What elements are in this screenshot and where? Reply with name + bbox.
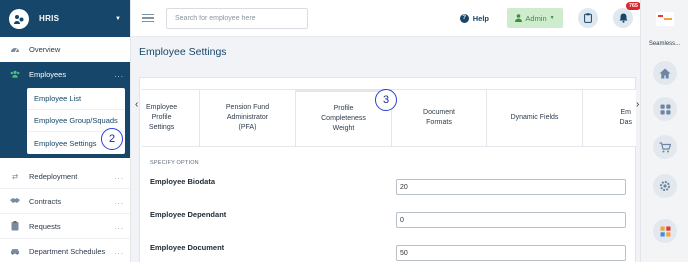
user-icon [515,14,523,22]
more-options-icon[interactable]: ... [114,70,124,79]
form-row-employee-biodata: Employee Biodata [150,177,630,197]
settings-gear-icon[interactable] [653,174,677,198]
question-icon: ? [459,13,469,23]
more-options-icon[interactable]: ... [114,172,124,181]
weight-form: SPECIFY OPTION Employee Biodata Employee… [150,160,630,261]
sidebar-item-label: Department Schedules [29,246,106,256]
transfer-icon: ⇄ [11,171,19,181]
help-label: Help [472,13,489,23]
field-label: Employee Biodata [150,177,216,186]
field-label: Employee Dependant [150,210,227,219]
page-title: Employee Settings [139,46,227,58]
sidebar-item-department-schedules[interactable]: Department Schedules ... [0,239,130,262]
brand-header[interactable]: HRIS ▼ [0,0,130,37]
shopping-cart-icon[interactable] [653,135,677,159]
tab-dynamic-fields[interactable]: Dynamic Fields [487,90,583,146]
submenu-employee-list[interactable]: Employee List [27,88,125,110]
tab-pension-fund-administrator[interactable]: Pension Fund Administrator (PFA) [200,90,296,146]
car-icon [10,246,20,256]
sidebar-item-requests[interactable]: Requests ... [0,214,130,239]
more-options-icon[interactable]: ... [114,247,124,256]
employee-dependant-input[interactable] [396,212,626,228]
more-options-icon[interactable]: ... [114,197,124,206]
dashboard-icon [10,44,20,54]
employee-document-input[interactable] [396,245,626,261]
sidebar-item-redeployment[interactable]: ⇄ Redeployment ... [0,164,130,189]
app-title: HRIS [39,14,60,23]
tab-document-formats[interactable]: Document Formats [392,90,487,146]
step-2-annotation: 2 [101,128,123,150]
clipboard-icon [584,13,592,23]
sidebar-item-label: Redeployment [29,171,78,181]
tab-employee-dashboard[interactable]: Em Das [583,90,636,146]
sidebar-item-overview[interactable]: Overview [0,37,130,61]
form-row-employee-document: Employee Document [150,243,630,262]
main-content: Employee Settings ‹ › Employee Profile S… [131,37,640,262]
handshake-icon [10,196,20,206]
employee-biodata-input[interactable] [396,179,626,195]
sidebar-item-label: Employees [29,69,67,79]
rail-label: Seamless... [648,41,681,47]
caret-down-icon[interactable]: ▼ [115,16,121,22]
step-3-annotation: 3 [375,89,397,111]
help-link[interactable]: ? Help [459,13,489,23]
scroll-right-icon[interactable]: › [636,99,639,110]
tab-employee-profile-settings[interactable]: Employee Profile Settings [142,90,200,146]
scroll-left-icon[interactable]: ‹ [135,99,138,110]
clipboard-button[interactable] [578,8,598,28]
admin-label: Admin [525,13,547,23]
caret-down-icon: ▼ [549,15,555,21]
admin-role-dropdown[interactable]: Admin ▼ [507,8,563,28]
multicolor-apps-icon[interactable] [653,219,677,243]
top-bar: ? Help Admin ▼ 765 [131,0,641,37]
sidebar-item-label: Requests [29,221,61,231]
sidebar-item-contracts[interactable]: Contracts ... [0,189,130,214]
sidebar-item-label: Contracts [29,196,62,206]
hamburger-menu-icon[interactable] [142,14,154,22]
right-app-rail: Seamless... [640,0,688,262]
org-logo-icon [9,8,29,29]
specify-option-heading: SPECIFY OPTION [150,160,199,166]
users-icon [10,69,20,79]
notifications-button[interactable]: 765 [613,2,641,28]
seamless-logo-icon [641,0,688,37]
search-input[interactable] [166,7,308,29]
form-row-employee-dependant: Employee Dependant [150,210,630,230]
home-icon[interactable] [653,61,677,85]
field-label: Employee Document [150,243,225,252]
notification-count-badge: 765 [625,2,641,10]
sidebar-item-label: Overview [29,44,61,54]
apps-grid-icon[interactable] [653,97,677,121]
clipboard-icon [10,221,20,231]
sidebar-item-employees[interactable]: Employees ... [0,62,130,86]
bell-icon [619,13,627,23]
more-options-icon[interactable]: ... [114,222,124,231]
